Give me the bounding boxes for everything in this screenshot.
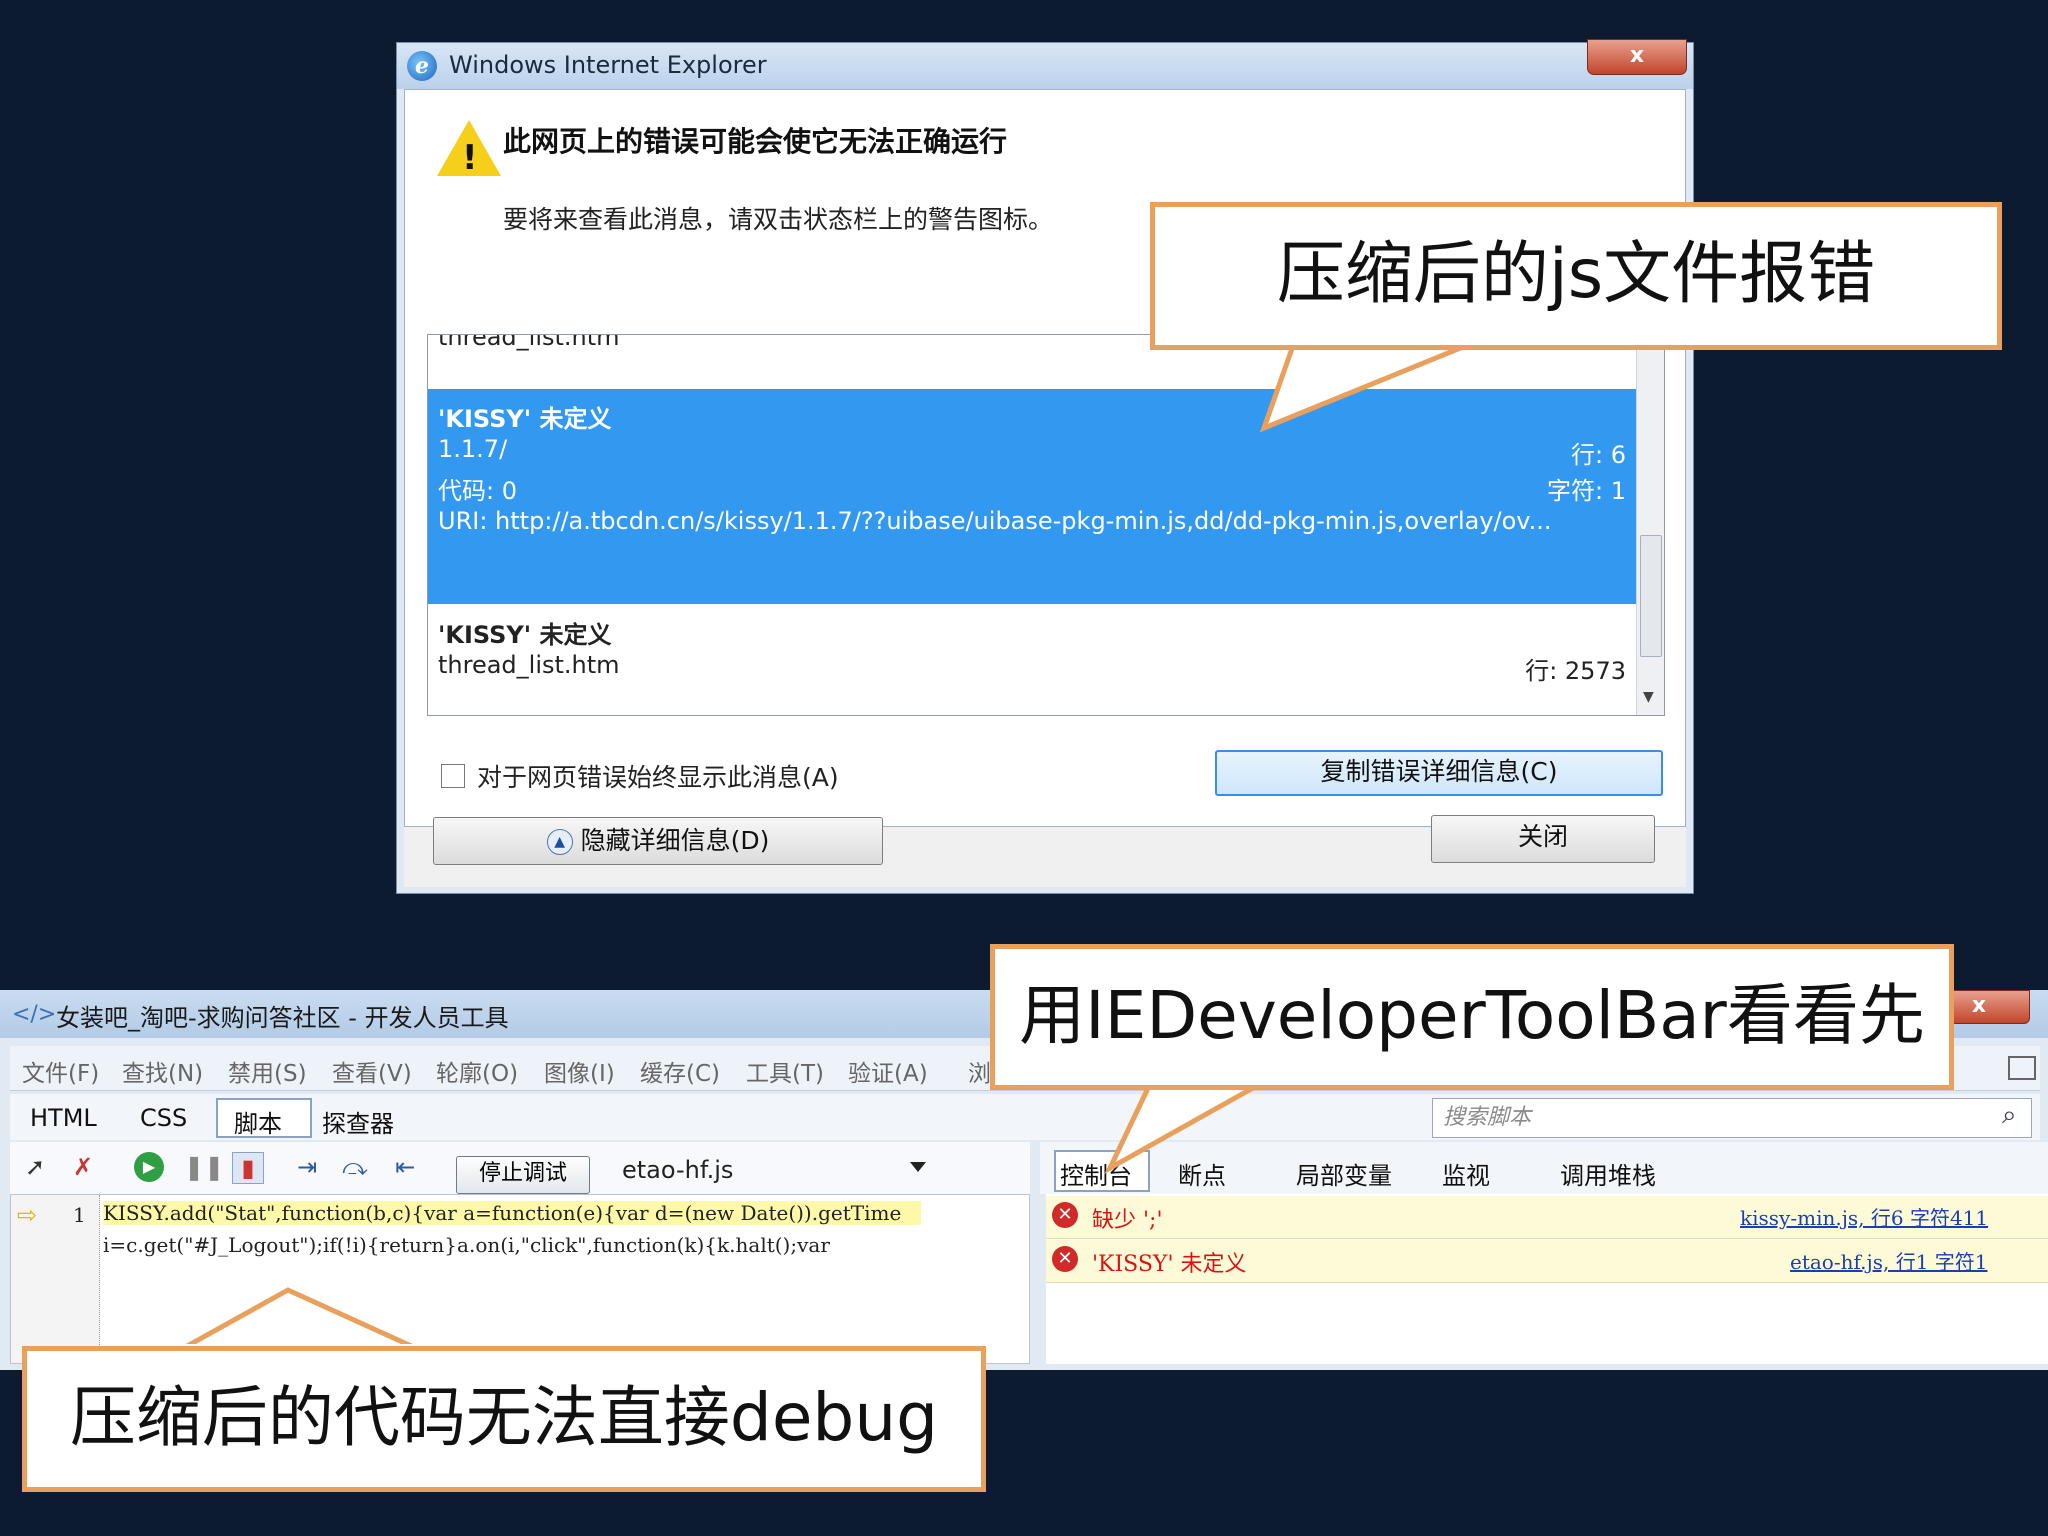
restore-icon[interactable]	[2008, 1056, 2036, 1080]
tab-locals[interactable]: 局部变量	[1296, 1156, 1392, 1191]
callout-pointer	[1259, 340, 1490, 433]
close-button[interactable]: 关闭	[1431, 815, 1655, 863]
error-file-top: thread_list.htm	[438, 334, 620, 351]
code-line: i=c.get("#J_Logout");if(!i){return}a.on(…	[103, 1233, 830, 1257]
error-code: 代码: 0	[438, 477, 517, 505]
console-source-link[interactable]: kissy-min.js, 行6 字符411	[1740, 1202, 1988, 1231]
ie-error-dialog: e Windows Internet Explorer x ! 此网页上的错误可…	[396, 39, 1694, 894]
error-url: 1.1.7/	[438, 435, 508, 463]
stop-debugging-button[interactable]: 停止调试	[456, 1156, 590, 1194]
always-show-checkbox[interactable]	[441, 764, 465, 788]
warning-exclamation-icon: !	[462, 138, 478, 178]
tab-css[interactable]: CSS	[140, 1104, 187, 1132]
error-char: 字符: 1	[1547, 477, 1626, 505]
step-into-icon[interactable]: ⇥	[292, 1152, 322, 1182]
search-icon[interactable]: ⌕	[2002, 1100, 2017, 1131]
error-url: thread_list.htm	[438, 651, 620, 679]
error-icon: ✕	[1052, 1202, 1078, 1228]
menu-find[interactable]: 查找(N)	[122, 1054, 203, 1088]
dialog-title: Windows Internet Explorer	[449, 51, 767, 79]
console-error-row[interactable]: ✕ 缺少 ';' kissy-min.js, 行6 字符411	[1046, 1196, 2048, 1239]
chevron-down-icon[interactable]	[910, 1162, 926, 1172]
error-line: 行: 6	[1571, 441, 1626, 469]
scrollbar-thumb[interactable]	[1640, 535, 1662, 657]
line-number: 1	[73, 1203, 86, 1227]
chevron-up-icon: ▲	[546, 829, 573, 855]
error-heading: 此网页上的错误可能会使它无法正确运行	[503, 125, 1008, 158]
callout-compressed-js-error: 压缩后的js文件报错	[1150, 202, 2002, 350]
callout-pointer	[1104, 1084, 1270, 1174]
code-gutter: ⇨ 1	[11, 1195, 100, 1363]
menu-validate[interactable]: 验证(A)	[848, 1054, 928, 1088]
menu-cache[interactable]: 缓存(C)	[640, 1054, 720, 1088]
callout-use-toolbar: 用IEDeveloperToolBar看看先	[990, 944, 1954, 1090]
scroll-down-arrow-icon[interactable]: ▼	[1643, 689, 1654, 705]
menu-tools[interactable]: 工具(T)	[746, 1054, 824, 1088]
tab-watch[interactable]: 监视	[1442, 1156, 1490, 1191]
menu-disable[interactable]: 禁用(S)	[228, 1054, 307, 1088]
tab-profiler[interactable]: 探查器	[322, 1104, 394, 1139]
step-out-icon[interactable]: ⇤	[390, 1152, 420, 1182]
callout-cannot-debug: 压缩后的代码无法直接debug	[22, 1346, 986, 1492]
menu-view[interactable]: 查看(V)	[332, 1054, 412, 1088]
console-message: 缺少 ';'	[1092, 1208, 1163, 1233]
tab-call-stack[interactable]: 调用堆栈	[1560, 1156, 1656, 1191]
dialog-titlebar: e Windows Internet Explorer x	[397, 39, 1693, 89]
script-search-input[interactable]: 搜索脚本	[1432, 1098, 2032, 1138]
ie-logo-icon: e	[407, 51, 437, 81]
always-show-label[interactable]: 对于网页错误始终显示此消息(A)	[477, 758, 839, 794]
tab-script[interactable]: 脚本	[234, 1104, 282, 1139]
code-line: KISSY.add("Stat",function(b,c){var a=fun…	[103, 1201, 922, 1225]
devtools-logo-icon: </>	[12, 1002, 57, 1027]
error-uri: URI: http://a.tbcdn.cn/s/kissy/1.1.7/??u…	[438, 507, 1552, 535]
copy-error-details-button[interactable]: 复制错误详细信息(C)	[1215, 750, 1663, 796]
hide-details-label: 隐藏详细信息(D)	[580, 826, 770, 855]
error-name: 'KISSY' 未定义	[438, 621, 612, 649]
menu-outline[interactable]: 轮廓(O)	[436, 1054, 518, 1088]
menu-file[interactable]: 文件(F)	[22, 1054, 99, 1088]
console-message: 'KISSY' 未定义	[1092, 1252, 1247, 1277]
console-pane: ✕ 缺少 ';' kissy-min.js, 行6 字符411 ✕ 'KISSY…	[1046, 1194, 2048, 1364]
error-item[interactable]: 'KISSY' 未定义 thread_list.htm 行: 2573	[428, 605, 1636, 715]
error-line: 行: 2573	[1525, 657, 1626, 685]
current-line-arrow-icon: ⇨	[17, 1201, 38, 1229]
error-list-scrollbar[interactable]: ▼	[1636, 335, 1664, 715]
step-over-icon[interactable]: ⤼	[340, 1152, 370, 1182]
error-name: 'KISSY' 未定义	[438, 405, 612, 433]
dialog-close-button[interactable]: x	[1587, 39, 1687, 75]
error-subtext: 要将来查看此消息，请双击状态栏上的警告图标。	[503, 205, 1054, 234]
menu-browser-mode[interactable]: 浏	[968, 1054, 991, 1088]
menu-images[interactable]: 图像(I)	[544, 1054, 615, 1088]
script-file-select[interactable]: etao-hf.js	[622, 1156, 733, 1184]
select-cursor-icon[interactable]: ➚	[20, 1152, 50, 1182]
dialog-body: ! 此网页上的错误可能会使它无法正确运行 要将来查看此消息，请双击状态栏上的警告…	[404, 89, 1686, 827]
play-icon[interactable]: ▶	[134, 1152, 164, 1182]
error-icon: ✕	[1052, 1246, 1078, 1272]
devtools-title: 女装吧_淘吧-求购问答社区 - 开发人员工具	[56, 1004, 509, 1032]
break-on-error-icon[interactable]: ▮	[232, 1152, 264, 1184]
console-source-link[interactable]: etao-hf.js, 行1 字符1	[1790, 1246, 1988, 1275]
code-pane[interactable]: ⇨ 1 KISSY.add("Stat",function(b,c){var a…	[10, 1194, 1030, 1364]
hide-details-button[interactable]: ▲ 隐藏详细信息(D)	[433, 817, 883, 865]
clear-icon[interactable]: ✗	[68, 1152, 98, 1182]
tab-html[interactable]: HTML	[30, 1104, 97, 1132]
pause-icon[interactable]: ❚❚	[184, 1152, 224, 1182]
console-error-row[interactable]: ✕ 'KISSY' 未定义 etao-hf.js, 行1 字符1	[1046, 1240, 2048, 1283]
script-toolbar: ➚ ✗ ▶ ❚❚ ▮ ⇥ ⤼ ⇤ 停止调试 etao-hf.js	[10, 1142, 1030, 1194]
callout-pointer	[170, 1287, 440, 1352]
